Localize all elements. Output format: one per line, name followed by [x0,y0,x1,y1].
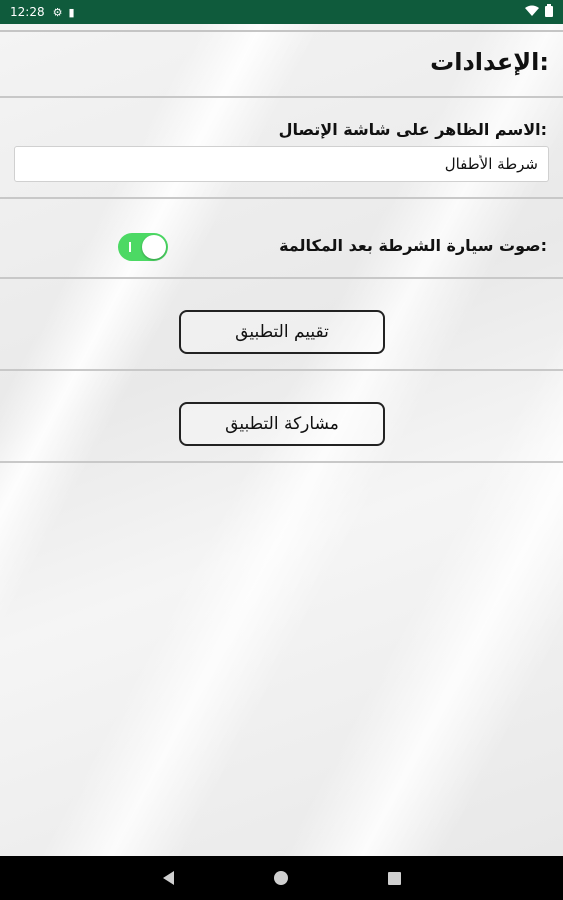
home-icon[interactable] [273,871,288,885]
back-icon[interactable] [162,871,174,885]
recents-icon[interactable] [387,871,401,885]
settings-icon: ⚙ [52,5,63,19]
sd-card-icon: ▮ [68,5,75,19]
navigation-bar [0,856,563,900]
status-time: 12:28 [10,5,45,19]
siren-sound-toggle[interactable] [118,233,168,261]
battery-icon [545,4,553,20]
display-name-label: الاسم الظاهر على شاشة الإتصال: [278,120,547,139]
siren-sound-label: صوت سيارة الشرطة بعد المكالمة: [279,236,547,255]
display-name-field[interactable] [14,146,549,182]
wifi-icon [525,5,539,20]
status-bar: 12:28 ⚙ ▮ [0,0,563,24]
rate-app-button[interactable]: تقييم التطبيق [179,310,385,354]
page-title: الإعدادات: [430,48,549,76]
toggle-on-indicator [129,242,131,252]
toggle-knob [142,235,166,259]
share-app-button[interactable]: مشاركة التطبيق [179,402,385,446]
